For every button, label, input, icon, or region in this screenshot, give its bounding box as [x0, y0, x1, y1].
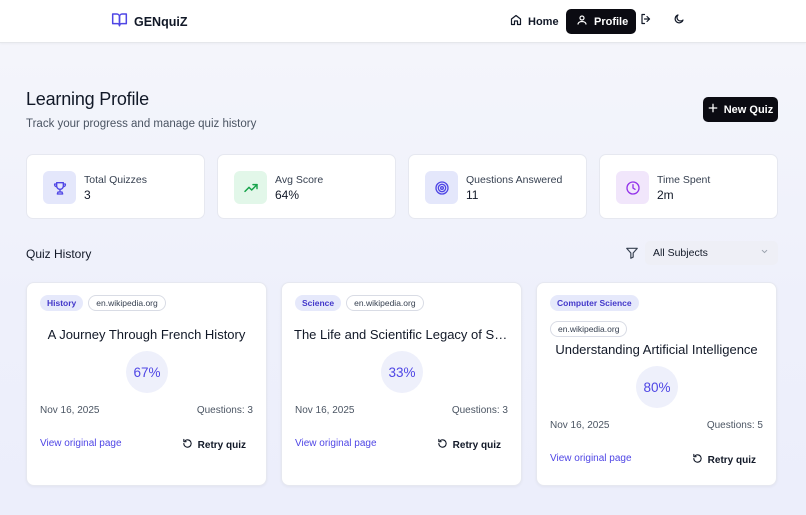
nav-home-label: Home	[528, 15, 559, 28]
quiz-date: Nov 16, 2025	[295, 405, 355, 416]
stat-label: Questions Answered	[466, 174, 563, 186]
top-navigation-bar: GENquiZ Home Profile	[0, 0, 806, 43]
subject-badge: History	[40, 295, 84, 311]
subject-badge: Computer Science	[550, 295, 639, 311]
score-badge: 33%	[381, 351, 423, 393]
retry-label: Retry quiz	[452, 439, 501, 451]
view-original-link[interactable]: View original page	[40, 438, 122, 449]
book-icon	[111, 12, 128, 32]
retry-icon	[692, 453, 703, 467]
retry-icon	[437, 438, 448, 452]
quiz-title: The Life and Scientific Legacy of Ste…	[294, 327, 509, 342]
quiz-date: Nov 16, 2025	[550, 420, 610, 431]
quiz-card: Science en.wikipedia.org The Life and Sc…	[281, 282, 522, 486]
quiz-card: History en.wikipedia.org A Journey Throu…	[26, 282, 267, 486]
quiz-date: Nov 16, 2025	[40, 405, 100, 416]
trending-up-icon	[234, 171, 267, 204]
trophy-icon	[43, 171, 76, 204]
new-quiz-label: New Quiz	[723, 103, 774, 116]
home-icon	[510, 14, 522, 29]
domain-badge: en.wikipedia.org	[88, 295, 166, 311]
nav-profile-label: Profile	[594, 15, 629, 28]
score-badge: 80%	[636, 366, 678, 408]
stat-card-time-spent: Time Spent 2m	[599, 154, 778, 219]
page-title: Learning Profile	[26, 89, 149, 109]
user-icon	[576, 14, 588, 29]
nav-home-button[interactable]: Home	[502, 9, 567, 34]
domain-badge: en.wikipedia.org	[346, 295, 424, 311]
stat-value: 11	[466, 188, 479, 202]
retry-quiz-button[interactable]: Retry quiz	[437, 438, 501, 452]
chevron-down-icon	[760, 247, 769, 259]
plus-icon	[708, 103, 718, 116]
logout-button[interactable]	[637, 12, 655, 30]
retry-label: Retry quiz	[197, 439, 246, 451]
moon-icon	[673, 12, 685, 30]
quiz-tags: History en.wikipedia.org	[40, 295, 254, 311]
stat-card-questions-answered: Questions Answered 11	[408, 154, 587, 219]
stat-value: 2m	[657, 188, 674, 202]
stat-label: Time Spent	[657, 174, 711, 186]
question-count: Questions: 5	[706, 420, 763, 431]
quiz-title: Understanding Artificial Intelligence	[555, 342, 758, 357]
stat-label: Avg Score	[275, 174, 324, 186]
retry-icon	[182, 438, 193, 452]
stat-label: Total Quizzes	[84, 174, 148, 186]
quiz-title: A Journey Through French History	[47, 327, 246, 342]
stat-value: 3	[84, 188, 91, 202]
brand-name: GENquiZ	[134, 15, 188, 29]
quiz-history-title: Quiz History	[26, 247, 92, 261]
filter-icon	[625, 246, 641, 262]
quiz-tags: Computer Science en.wikipedia.org	[550, 295, 764, 337]
view-original-link[interactable]: View original page	[550, 453, 632, 464]
retry-quiz-button[interactable]: Retry quiz	[182, 438, 246, 452]
theme-toggle-button[interactable]	[670, 12, 688, 30]
subject-filter-value: All Subjects	[653, 247, 708, 259]
stat-card-total-quizzes: Total Quizzes 3	[26, 154, 205, 219]
logout-icon	[640, 12, 652, 30]
subject-badge: Science	[295, 295, 342, 311]
brand-logo[interactable]: GENquiZ	[111, 12, 187, 32]
new-quiz-button[interactable]: New Quiz	[703, 97, 778, 122]
question-count: Questions: 3	[196, 405, 253, 416]
score-badge: 67%	[126, 351, 168, 393]
quiz-card: Computer Science en.wikipedia.org Unders…	[536, 282, 777, 486]
stat-value: 64%	[275, 188, 300, 202]
retry-quiz-button[interactable]: Retry quiz	[692, 453, 756, 467]
quiz-tags: Science en.wikipedia.org	[295, 295, 509, 311]
subject-filter-select[interactable]: All Subjects	[645, 241, 778, 265]
nav-profile-button[interactable]: Profile	[566, 9, 637, 34]
stat-card-avg-score: Avg Score 64%	[217, 154, 396, 219]
question-count: Questions: 3	[451, 405, 508, 416]
view-original-link[interactable]: View original page	[295, 438, 377, 449]
target-icon	[425, 171, 458, 204]
retry-label: Retry quiz	[707, 454, 756, 466]
page-subtitle: Track your progress and manage quiz hist…	[26, 118, 257, 130]
clock-icon	[616, 171, 649, 204]
domain-badge: en.wikipedia.org	[550, 321, 628, 337]
